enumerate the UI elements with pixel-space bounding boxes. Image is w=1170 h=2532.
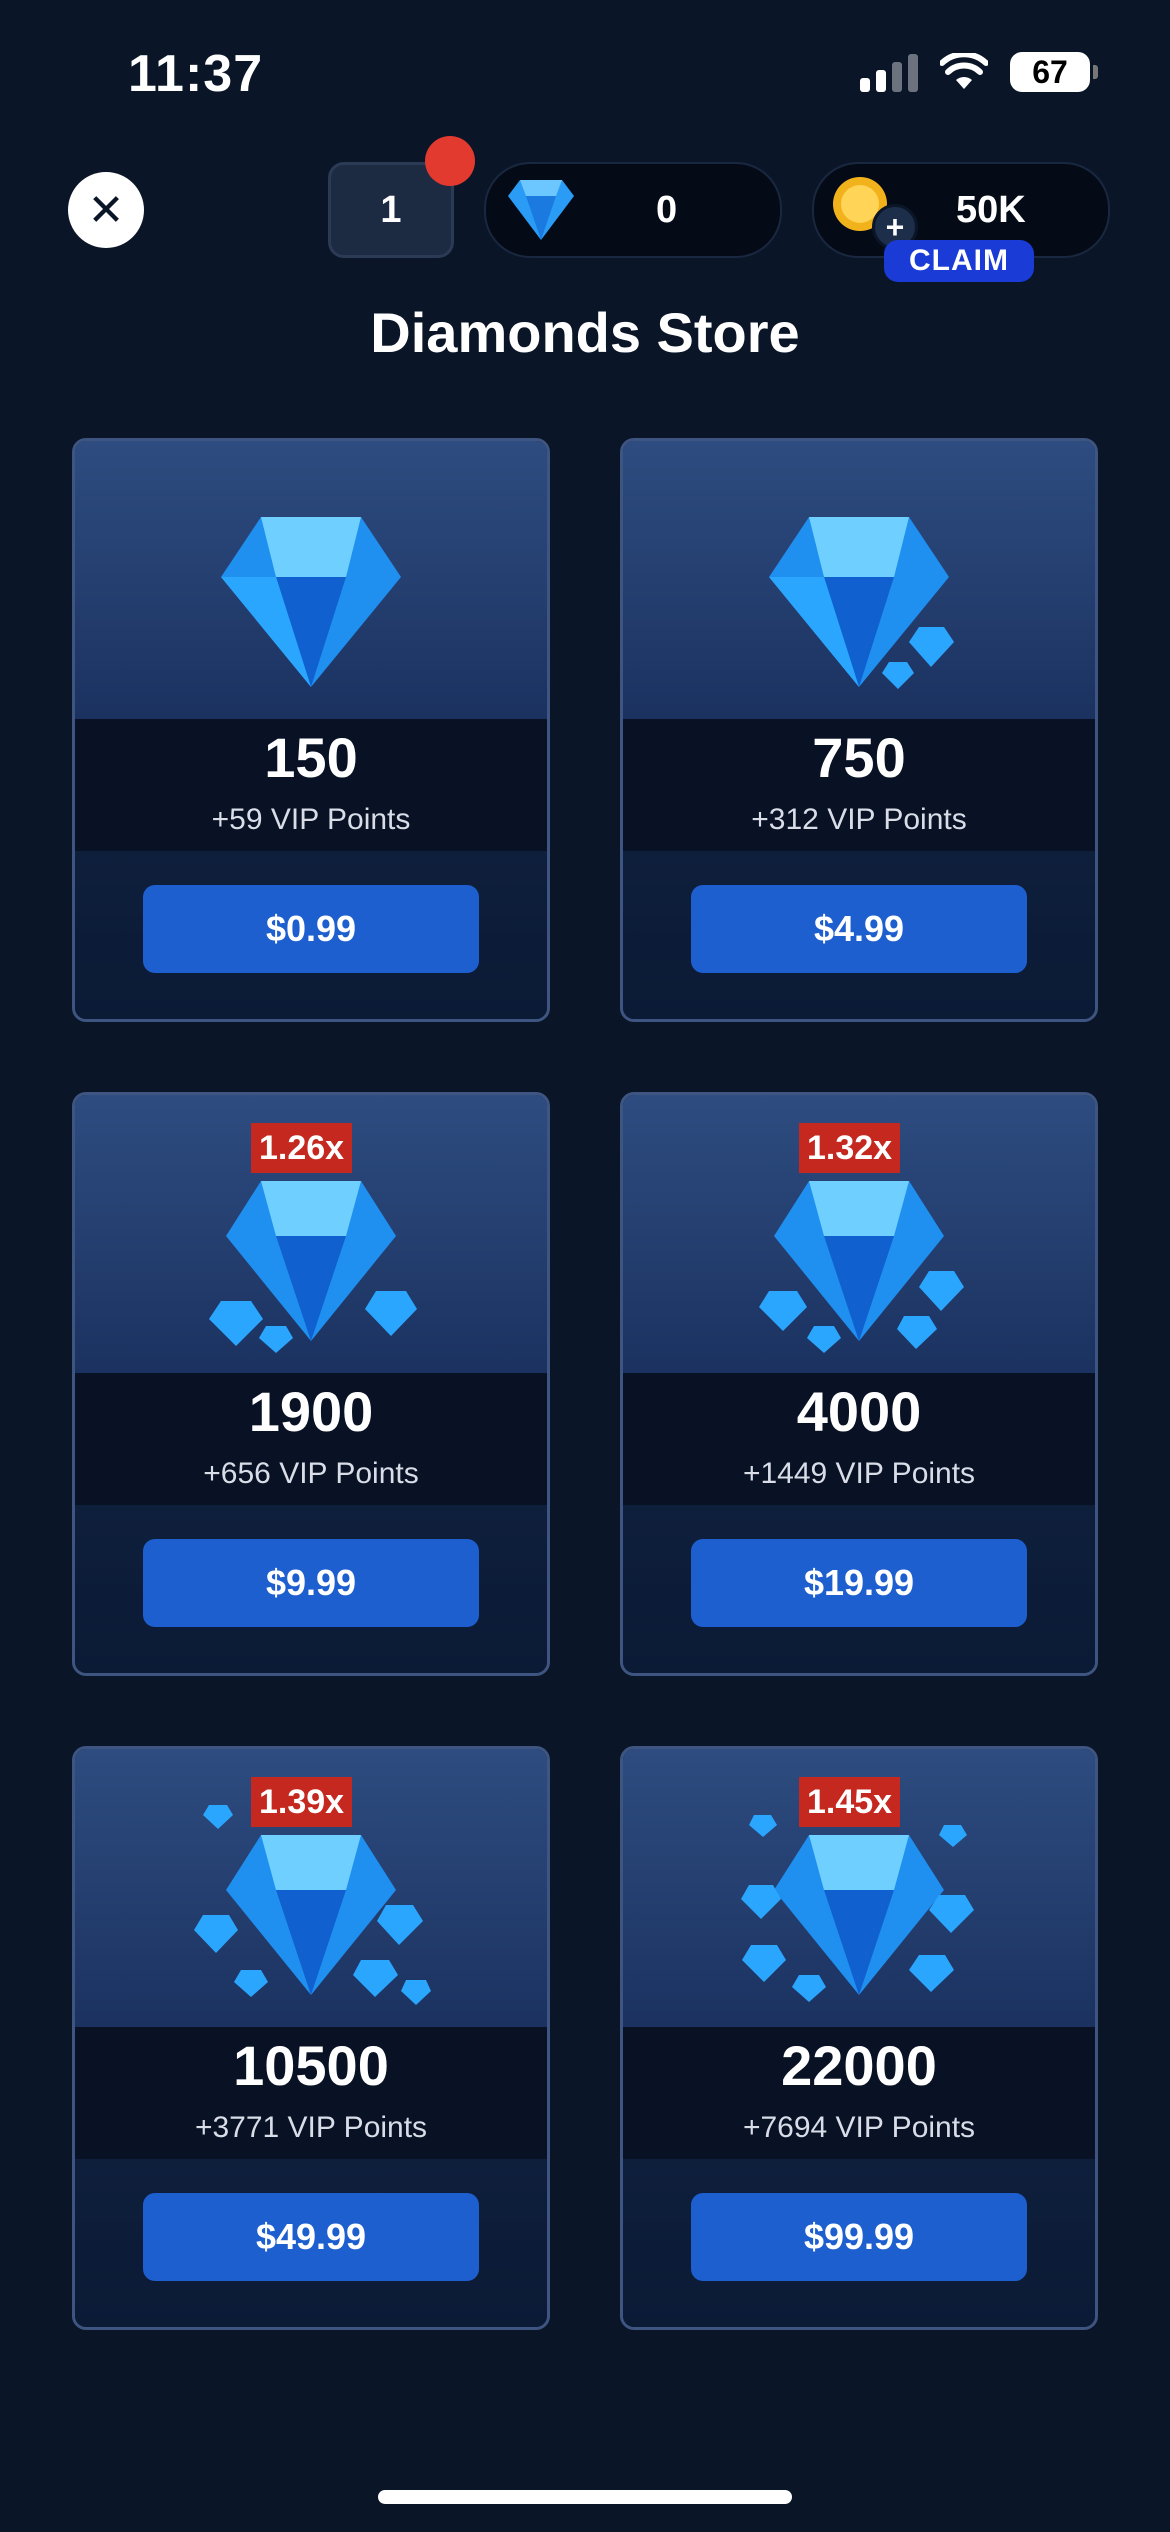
pack-vip-points: +3771 VIP Points (194, 2111, 428, 2144)
status-bar: 11:37 67 (0, 0, 1170, 150)
notification-dot (425, 136, 475, 186)
pack-vip-points: +1449 VIP Points (742, 1457, 976, 1490)
bonus-multiplier-badge: 1.45x (799, 1777, 901, 1827)
buy-button[interactable]: $99.99 (691, 2193, 1027, 2281)
close-icon: ✕ (87, 185, 125, 235)
buy-button[interactable]: $49.99 (143, 2193, 479, 2281)
diamond-balance-value: 0 (656, 188, 678, 231)
home-indicator[interactable] (378, 2490, 792, 2504)
pack-vip-points: +312 VIP Points (751, 803, 967, 836)
buy-button[interactable]: $4.99 (691, 885, 1027, 973)
coin-balance-value: 50K (956, 188, 1026, 231)
battery-icon: 67 (1010, 52, 1098, 92)
buy-button[interactable]: $19.99 (691, 1539, 1027, 1627)
pack-amount: 10500 (233, 2034, 389, 2097)
cellular-signal-icon (860, 52, 918, 92)
status-icons: 67 (860, 52, 1098, 92)
pack-vip-points: +59 VIP Points (211, 803, 411, 836)
claim-button[interactable]: CLAIM (884, 240, 1034, 282)
diamond-icon (508, 180, 574, 240)
bonus-multiplier-badge: 1.26x (251, 1123, 353, 1173)
pack-amount: 22000 (781, 2034, 937, 2097)
pack-vip-points: +656 VIP Points (203, 1457, 419, 1490)
pack-amount: 1900 (248, 1380, 374, 1443)
diamond-pack-card[interactable]: 150 +59 VIP Points $0.99 (72, 438, 550, 1022)
page-title: Diamonds Store (370, 301, 800, 364)
wifi-icon (940, 53, 988, 89)
pack-vip-points: +7694 VIP Points (742, 2111, 976, 2144)
level-value: 1 (380, 188, 402, 231)
status-time: 11:37 (128, 45, 264, 103)
buy-button[interactable]: $9.99 (143, 1539, 479, 1627)
diamond-icon (221, 517, 401, 687)
buy-button[interactable]: $0.99 (143, 885, 479, 973)
diamond-pack-card[interactable]: 1.32x 4000 +1449 VIP Points $19.99 (620, 1092, 1098, 1676)
pack-amount: 150 (264, 726, 358, 789)
close-button[interactable]: ✕ (68, 172, 144, 248)
diamond-pack-card[interactable]: 1.26x 1900 +656 VIP Points $9.99 (72, 1092, 550, 1676)
bonus-multiplier-badge: 1.39x (251, 1777, 353, 1827)
diamond-pack-card[interactable]: 1.45x 22000 +7694 VIP Points $99.99 (620, 1746, 1098, 2330)
diamond-balance[interactable]: 0 (484, 162, 782, 258)
pack-amount: 750 (812, 726, 906, 789)
diamond-pack-card[interactable]: 750 +312 VIP Points $4.99 (620, 438, 1098, 1022)
diamond-icon (769, 517, 954, 689)
diamond-pack-card[interactable]: 1.39x 10500 +3771 VIP Points $49.99 (72, 1746, 550, 2330)
bonus-multiplier-badge: 1.32x (799, 1123, 901, 1173)
pack-amount: 4000 (796, 1380, 922, 1443)
